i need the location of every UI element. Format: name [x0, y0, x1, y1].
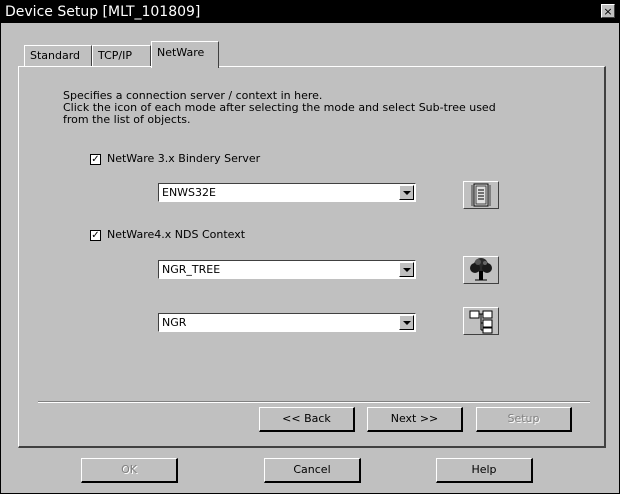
hierarchy-icon [469, 310, 493, 334]
tab-standard[interactable]: Standard [24, 45, 92, 66]
tab-tcpip[interactable]: TCP/IP [92, 45, 151, 66]
nds-context-value: NGR [162, 316, 187, 329]
ok-button[interactable]: OK [81, 458, 178, 483]
description-line: from the list of objects. [63, 113, 191, 126]
bindery-server-label: NetWare 3.x Bindery Server [107, 152, 261, 165]
tree-icon [470, 258, 492, 281]
chevron-down-icon[interactable] [399, 262, 414, 277]
back-button[interactable]: << Back [259, 407, 355, 432]
setup-button[interactable]: Setup [476, 407, 572, 432]
nds-context-label: NetWare4.x NDS Context [107, 228, 246, 241]
bindery-server-value: ENWS32E [162, 186, 216, 199]
chevron-down-icon[interactable] [399, 315, 414, 330]
bindery-server-combo[interactable]: ENWS32E [158, 183, 416, 202]
nds-tree-combo[interactable]: NGR_TREE [158, 260, 416, 279]
browse-tree-button[interactable] [463, 256, 499, 284]
description-text: Specifies a connection server / context … [63, 90, 496, 126]
tab-netware[interactable]: NetWare [151, 41, 219, 68]
close-button[interactable]: × [601, 4, 615, 18]
title-bar[interactable]: Device Setup [MLT_101809] × [1, 1, 619, 23]
help-button[interactable]: Help [436, 458, 533, 483]
browse-context-button[interactable] [463, 307, 499, 335]
window-title: Device Setup [MLT_101809] [5, 4, 201, 20]
cancel-button[interactable]: Cancel [264, 458, 361, 483]
nds-context-checkbox[interactable]: ✓ [90, 230, 101, 241]
server-icon [471, 183, 491, 207]
chevron-down-icon[interactable] [399, 185, 414, 200]
bindery-server-checkbox[interactable]: ✓ [90, 154, 101, 165]
browse-server-button[interactable] [463, 181, 499, 209]
device-setup-window: Device Setup [MLT_101809] × Standard TCP… [0, 0, 620, 494]
separator [38, 402, 590, 403]
nds-context-combo[interactable]: NGR [158, 313, 416, 332]
next-button[interactable]: Next >> [367, 407, 463, 432]
nds-tree-value: NGR_TREE [162, 263, 221, 276]
